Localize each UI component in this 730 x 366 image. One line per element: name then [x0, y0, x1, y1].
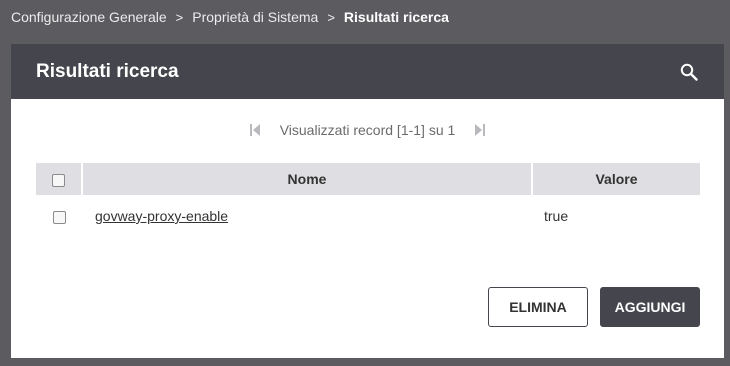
column-header-nome[interactable]: Nome	[81, 163, 532, 195]
name-cell: govway-proxy-enable	[82, 195, 532, 237]
breadcrumb: Configurazione Generale > Proprietà di S…	[11, 9, 449, 25]
pagination-text: Visualizzati record [1-1] su 1	[279, 122, 456, 138]
select-all-checkbox[interactable]	[52, 173, 65, 187]
breadcrumb-item-proprieta[interactable]: Proprietà di Sistema	[192, 9, 318, 25]
results-panel: Risultati ricerca Visualizzati record [1…	[11, 44, 724, 358]
breadcrumb-separator: >	[175, 9, 184, 25]
results-table: Nome Valore govway-proxy-enable true	[36, 163, 700, 237]
row-select-cell	[36, 195, 82, 237]
row-checkbox[interactable]	[52, 210, 66, 224]
add-button[interactable]: AGGIUNGI	[600, 287, 700, 327]
panel-title: Risultati ricerca	[36, 60, 179, 82]
search-icon[interactable]	[678, 61, 700, 83]
select-all-header	[36, 163, 82, 195]
panel-header: Risultati ricerca	[11, 44, 724, 99]
value-cell: true	[544, 208, 569, 224]
breadcrumb-separator: >	[327, 9, 335, 25]
column-header-valore[interactable]: Valore	[531, 163, 700, 195]
breadcrumb-current: Risultati ricerca	[343, 9, 449, 25]
breadcrumb-item-configurazione[interactable]: Configurazione Generale	[11, 9, 167, 25]
delete-button[interactable]: ELIMINA	[488, 287, 588, 327]
pagination: Visualizzati record [1-1] su 1	[11, 122, 724, 138]
property-name-link[interactable]: govway-proxy-enable	[95, 208, 228, 224]
table-row: govway-proxy-enable true	[36, 195, 700, 237]
last-page-icon[interactable]	[473, 123, 487, 137]
table-header-row: Nome Valore	[36, 163, 700, 195]
first-page-icon[interactable]	[248, 123, 262, 137]
